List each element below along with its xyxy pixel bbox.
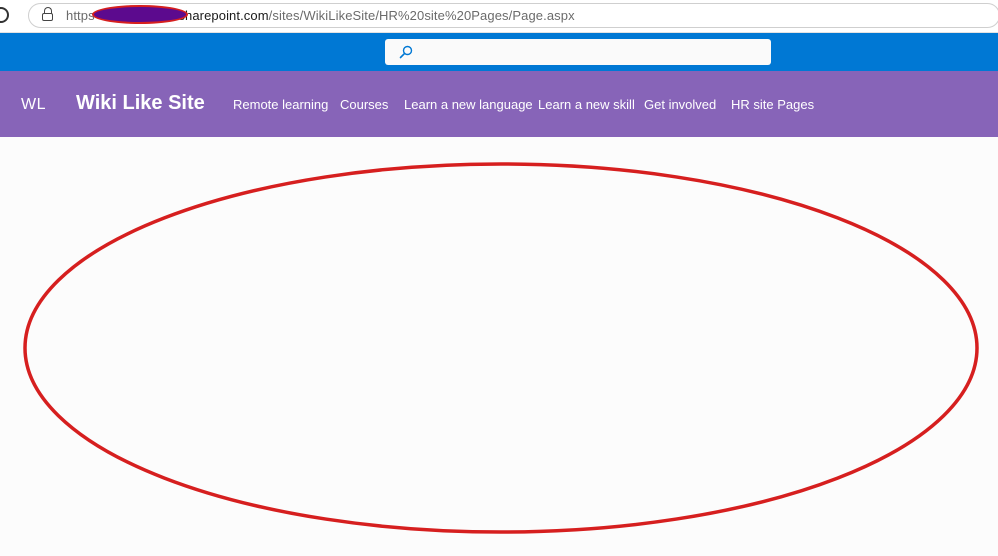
nav-item-learn-a-new-skill[interactable]: Learn a new skill [538,97,635,112]
site-title[interactable]: Wiki Like Site [76,92,205,115]
suite-bar [0,33,998,71]
nav-item-courses[interactable]: Courses [340,97,388,112]
site-logo[interactable]: WL [21,96,46,114]
nav-item-learn-a-new-language[interactable]: Learn a new language [404,97,533,112]
search-input[interactable] [385,39,771,65]
reload-icon[interactable] [0,7,9,23]
search-icon [399,45,413,59]
nav-item-remote-learning[interactable]: Remote learning [233,97,328,112]
nav-item-get-involved[interactable]: Get involved [644,97,716,112]
url-path: /sites/WikiLikeSite/HR%20site%20Pages/Pa… [268,8,575,23]
annotation-ellipse [23,162,979,534]
site-header: WL Wiki Like Site Remote learning Course… [0,71,998,137]
browser-address-bar: https i.sharepoint.com/sites/WikiLikeSite… [0,0,998,33]
lock-icon[interactable] [42,7,54,23]
nav-item-hr-site-pages[interactable]: HR site Pages [731,97,814,112]
url-scheme: https [66,8,95,23]
page: https i.sharepoint.com/sites/WikiLikeSite… [0,0,998,556]
url-redaction-mark [92,5,188,24]
page-content-area [0,137,998,556]
